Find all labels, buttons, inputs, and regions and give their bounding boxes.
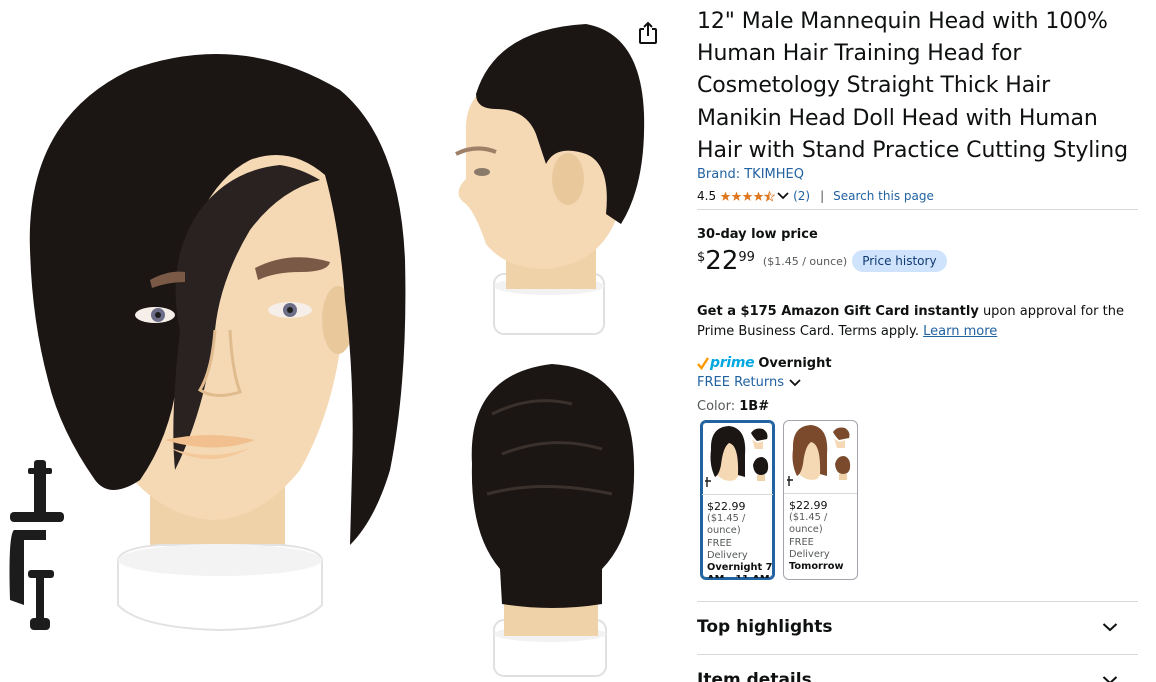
learn-more-link[interactable]: Learn more <box>923 324 997 339</box>
swatch-delivery-date: Tomorrow <box>789 561 844 573</box>
product-title: 12" Male Mannequin Head with 100% Human … <box>697 9 1128 163</box>
prime-logo: prime <box>710 355 755 371</box>
image-gallery <box>0 0 670 682</box>
divider <box>697 209 1138 210</box>
prime-badge: prime Overnight <box>697 354 832 372</box>
item-details-expander[interactable]: Item details <box>697 655 1138 682</box>
prime-speed: Overnight <box>758 355 832 371</box>
swatch-divider <box>702 494 773 495</box>
unit-price: ($1.45 / ounce) <box>762 255 848 268</box>
chevron-down-icon <box>789 378 801 386</box>
color-swatch-1b[interactable]: $22.99 ($1.45 / ounce) FREE Delivery Ove… <box>700 420 775 580</box>
top-highlights-expander[interactable]: Top highlights <box>697 602 1138 652</box>
swatch-delivery: FREE Delivery <box>789 536 830 560</box>
separator: | <box>820 189 825 203</box>
chevron-down-icon <box>1102 623 1118 632</box>
swatch-unit-price: ($1.45 / ounce) <box>789 512 828 536</box>
swatch-unit-price: ($1.45 / ounce) <box>707 513 746 537</box>
swatch-divider <box>784 493 857 494</box>
gift-card-promo: Get a $175 Amazon Gift Card instantly up… <box>697 302 1142 342</box>
swatch-delivery: FREE Delivery <box>707 537 748 561</box>
rating-count-link[interactable]: (2) <box>793 189 810 203</box>
swatch-image <box>787 425 851 486</box>
chevron-down-icon <box>1102 676 1118 682</box>
price-history-button[interactable]: Price history <box>852 250 947 272</box>
swatch-price: $22.99 <box>707 500 746 513</box>
deal-badge-label: 30-day low price <box>697 227 818 242</box>
section-title: Top highlights <box>697 617 833 637</box>
rating-value: 4.5 <box>697 189 717 203</box>
color-selected-value: 1B# <box>739 399 770 414</box>
search-this-page-link[interactable]: Search this page <box>833 189 934 203</box>
swatch-price: $22.99 <box>789 499 828 512</box>
star-rating-icon[interactable] <box>720 190 789 202</box>
back-view-image[interactable] <box>452 354 646 680</box>
color-swatch-brown[interactable]: $22.99 ($1.45 / ounce) FREE Delivery Tom… <box>783 420 858 580</box>
swatch-details: $22.99 ($1.45 / ounce) FREE Delivery Tom… <box>789 499 857 573</box>
prime-check-icon <box>697 357 709 370</box>
swatch-details: $22.99 ($1.45 / ounce) FREE Delivery Ove… <box>707 500 773 580</box>
promo-headline: Get a $175 Amazon Gift Card instantly <box>697 304 979 319</box>
color-selector-label: Color: 1B# <box>697 399 769 414</box>
share-icon[interactable] <box>636 20 660 46</box>
brand-link[interactable]: Brand: TKIMHEQ <box>697 167 804 182</box>
color-label: Color: <box>697 399 736 414</box>
rating-row: 4.5 (2) | Search this page <box>697 188 934 204</box>
price-fraction: 99 <box>738 250 755 265</box>
main-product-image[interactable] <box>0 0 430 682</box>
price-row: $ 22 99 ($1.45 / ounce) Price history <box>697 246 947 278</box>
swatch-image <box>705 426 769 487</box>
swatch-delivery-date: Overnight 7 AM - 11 AM <box>707 562 773 580</box>
price-whole: 22 <box>705 246 739 276</box>
free-returns-link[interactable]: FREE Returns <box>697 375 801 390</box>
side-view-image[interactable] <box>436 14 648 340</box>
chevron-down-icon[interactable] <box>777 191 789 201</box>
free-returns-label: FREE Returns <box>697 375 784 390</box>
price-currency: $ <box>697 250 706 265</box>
section-title: Item details <box>697 670 812 682</box>
